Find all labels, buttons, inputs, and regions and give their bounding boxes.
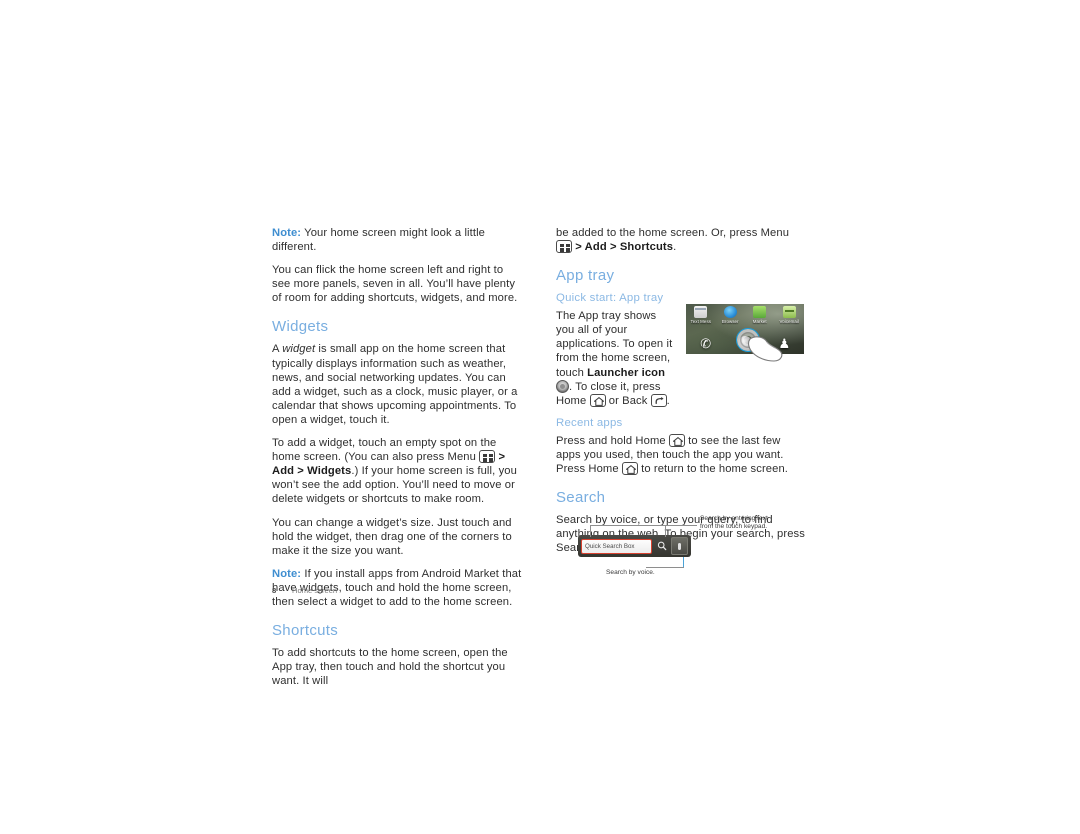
app-tray-mid2: or Back (605, 394, 651, 407)
recent-lead: Press and hold Home (556, 434, 669, 447)
leader-line-magnifier (665, 525, 666, 537)
app-label: Voicemail (779, 319, 800, 324)
back-key-icon (650, 393, 667, 407)
note-paragraph-1: Note: Your home screen might look a litt… (272, 226, 524, 254)
search-input-placeholder: Quick Search Box (585, 542, 635, 550)
left-text-column: Note: Your home screen might look a litt… (272, 226, 524, 697)
app-label: Market (752, 319, 767, 324)
text-messaging-icon (694, 306, 708, 318)
add-widget-paragraph: To add a widget, touch an empty spot on … (272, 436, 524, 506)
note-label: Note: (272, 567, 302, 580)
shortcuts-paragraph: To add shortcuts to the home screen, ope… (272, 647, 508, 688)
widget-term: widget (282, 343, 316, 356)
launcher-icon (556, 379, 569, 393)
app-icon-browser: Browser (716, 304, 746, 331)
leader-line-voice (646, 567, 684, 568)
app-label: Text Mess (690, 319, 712, 324)
continued-rest: . (673, 241, 677, 254)
widget-def-lead: A (272, 343, 283, 356)
manual-page: Note: Your home screen might look a litt… (0, 0, 1080, 834)
voicemail-icon (782, 306, 796, 318)
home-key-icon (621, 462, 638, 476)
footer-section-title: Home screen (292, 586, 338, 595)
add-widget-lead: To add a widget, touch an empty spot on … (272, 437, 497, 464)
app-icon-text-messaging: Text Mess (686, 304, 716, 331)
app-icon-voicemail: Voicemail (775, 304, 805, 331)
app-tray-end: . (666, 394, 670, 407)
search-input[interactable]: Quick Search Box (581, 538, 652, 554)
leader-line-top (590, 525, 665, 526)
menu-key-icon (479, 450, 496, 464)
note-label: Note: (272, 227, 302, 239)
widgets-heading: Widgets (272, 318, 329, 336)
app-tray-heading: App tray (556, 267, 615, 285)
resize-widget-paragraph: You can change a widget’s size. Just tou… (272, 516, 512, 557)
app-icon-row: Text Mess Browser Market Voicemail (686, 304, 804, 331)
continued-lead: be added to the home screen. Or, press M… (556, 227, 790, 239)
recent-apps-paragraph: Press and hold Home to see the last few … (556, 433, 808, 476)
app-label: Browser (721, 319, 739, 324)
callout-search-by-text: Search by entering text from the touch k… (700, 515, 768, 532)
home-key-icon (668, 433, 685, 447)
search-heading: Search (556, 489, 606, 507)
leader-line-mic (683, 557, 684, 567)
menu-key-icon (556, 240, 572, 254)
phone-dock-icon: ✆ (700, 335, 712, 351)
page-number: 8 (272, 586, 277, 595)
shortcuts-heading: Shortcuts (272, 622, 339, 640)
microphone-icon[interactable] (671, 537, 688, 555)
browser-icon (723, 306, 737, 318)
dock-cell-phone: ✆ (686, 337, 725, 350)
launcher-icon-label: Launcher icon (587, 366, 666, 379)
add-shortcuts-path: > Add > Shortcuts (575, 241, 674, 254)
leader-line-callout-text (665, 525, 697, 526)
widget-def-rest: is small app on the home screen that typ… (272, 343, 518, 426)
callout-line-1: Search by entering text (700, 515, 768, 522)
leader-line-input (590, 525, 591, 537)
search-widget-figure: Quick Search Box Search by entering text… (578, 513, 808, 581)
note-text: Your home screen might look a little dif… (272, 227, 486, 254)
widget-definition-paragraph: A widget is small app on the home screen… (272, 342, 524, 427)
callout-line-2: from the touch keypad. (700, 523, 768, 531)
magnifier-icon[interactable] (654, 538, 669, 554)
callout-search-by-voice: Search by voice. (606, 569, 655, 576)
quick-search-bar[interactable]: Quick Search Box (578, 535, 691, 557)
home-key-icon (589, 393, 606, 407)
market-icon (753, 306, 767, 318)
home-screen-panels-paragraph: You can flick the home screen left and r… (272, 264, 518, 305)
quick-start-subheading: Quick start: App tray (556, 292, 664, 305)
app-tray-paragraph: The App tray shows you all of your appli… (556, 309, 674, 408)
page-footer: 8 Home screen (272, 586, 337, 595)
finger-tap-illustration (748, 336, 783, 362)
app-icon-market: Market (745, 304, 775, 331)
recent-end: to return to the home screen. (637, 463, 789, 476)
app-tray-screenshot-figure: Text Mess Browser Market Voicemail ✆ ♟ (686, 304, 804, 362)
recent-apps-subheading: Recent apps (556, 416, 623, 429)
shortcuts-continued-paragraph: be added to the home screen. Or, press M… (556, 226, 808, 254)
